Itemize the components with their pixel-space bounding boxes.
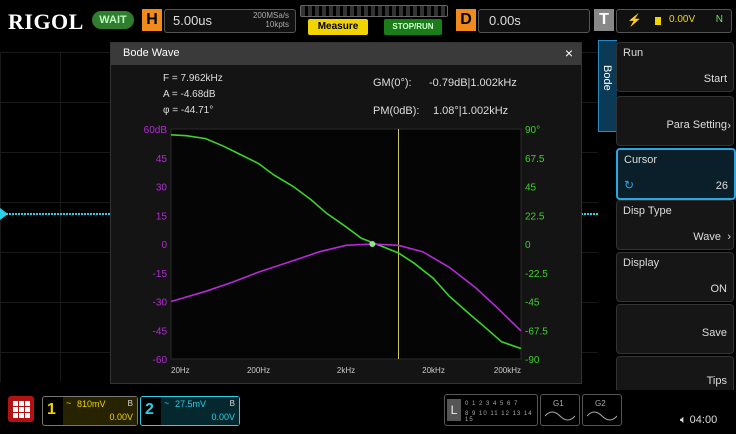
home-menu-icon[interactable] xyxy=(8,396,34,422)
clock-time: 04:00 xyxy=(689,414,718,426)
phase-tick-label: 90° xyxy=(525,125,540,136)
coupling-icon: ~ xyxy=(164,398,170,408)
bode-tab-label: Bode xyxy=(601,65,613,91)
generator-2-label: G2 xyxy=(595,399,606,408)
frequency-tick-label: 200Hz xyxy=(247,366,270,375)
phase-tick-label: -45 xyxy=(525,298,540,309)
plot-area xyxy=(170,128,522,360)
menu-label: Disp Type xyxy=(623,205,672,217)
trigger-mode: N xyxy=(715,14,723,25)
generator-1-label: G1 xyxy=(553,399,564,408)
bode-plot[interactable]: 60dB 90° 45 67.5 30 45 15 22.5 0 0 -15 -22.5 -30 -45 -… xyxy=(111,43,581,383)
menu-value: Para Setting xyxy=(666,119,727,131)
menu-run-start[interactable]: Run Start xyxy=(616,42,734,92)
digital-channels-top: 0 1 2 3 4 5 6 7 xyxy=(465,401,519,407)
bode-dialog: Bode Wave × F = 7.962kHz A = -4.68dB φ =… xyxy=(110,42,582,384)
menu-value: Tips xyxy=(706,375,727,387)
acquisition-status-badge: WAIT xyxy=(92,11,134,29)
measure-button[interactable]: Measure xyxy=(308,19,368,35)
digital-channels-bottom: 8 9 10 11 12 13 14 15 xyxy=(465,411,533,423)
phase-tick-label: 22.5 xyxy=(525,211,545,222)
horizontal-timebase-box[interactable]: 5.00us 200MSa/s 10kpts xyxy=(164,9,296,33)
phase-tick-label: 0 xyxy=(525,240,531,251)
channel-2-bw: B xyxy=(229,399,235,408)
trigger-source-icon xyxy=(655,17,661,25)
gain-tick-label: -30 xyxy=(153,298,168,309)
channel-1-offset: 0.00V xyxy=(109,412,133,422)
sine-wave-icon xyxy=(545,411,575,421)
phase-tick-label: -90 xyxy=(525,355,540,366)
menu-save[interactable]: Save xyxy=(616,304,734,354)
menu-display[interactable]: Display ON xyxy=(616,252,734,302)
trigger-box[interactable]: ⚡ 0.00V N xyxy=(616,9,732,33)
menu-value: Start xyxy=(703,73,727,85)
stop-run-button[interactable]: STOP/RUN xyxy=(384,19,442,35)
gain-tick-label: 0 xyxy=(161,240,167,251)
crossover-marker xyxy=(369,241,376,247)
gain-tick-label: -15 xyxy=(153,269,168,280)
menu-cursor[interactable]: Cursor ↻ 26 xyxy=(616,148,736,200)
horizontal-key[interactable]: H xyxy=(142,9,162,31)
logic-key: L xyxy=(447,399,461,421)
frequency-tick-label: 20kHz xyxy=(422,366,445,375)
coupling-icon: ~ xyxy=(66,398,72,408)
channel-1-box[interactable]: 1 ~ 810mV B 0.00V xyxy=(42,396,138,426)
chevron-right-icon: › xyxy=(727,231,731,243)
generator-1-button[interactable]: G1 xyxy=(540,394,580,426)
gain-tick-label: 15 xyxy=(156,211,168,222)
speaker-icon: 🔈︎ xyxy=(680,414,687,426)
phase-tick-label: -67.5 xyxy=(525,326,548,337)
menu-value: ON xyxy=(710,283,728,295)
logic-analyzer-box[interactable]: L 0 1 2 3 4 5 6 7 8 9 10 11 12 13 14 15 xyxy=(444,394,538,426)
channel-1-bw: B xyxy=(127,399,133,408)
frequency-tick-label: 2kHz xyxy=(337,366,355,375)
menu-value: Save xyxy=(701,327,727,339)
channel-1-scale: 810mV xyxy=(77,399,106,409)
sample-rate: 200MSa/s xyxy=(252,11,289,20)
delay-box[interactable]: 0.00s xyxy=(478,9,590,33)
generator-2-button[interactable]: G2 xyxy=(582,394,622,426)
channel-2-scale: 27.5mV xyxy=(175,399,207,409)
gain-tick-label: 30 xyxy=(156,183,168,194)
menu-label: Run xyxy=(623,47,644,59)
trigger-level: 0.00V xyxy=(669,14,696,25)
channel-1-number: 1 xyxy=(47,401,56,418)
channel-2-settings: ~ 27.5mV B 0.00V xyxy=(161,397,239,425)
gain-tick-label: 60dB xyxy=(144,125,168,136)
frequency-tick-label: 20Hz xyxy=(171,366,190,375)
menu-value: Wave xyxy=(693,231,721,243)
bode-menu-tab[interactable]: Bode xyxy=(598,40,617,132)
frequency-tick-label: 200kHz xyxy=(494,366,521,375)
menu-label: Cursor xyxy=(624,154,658,166)
gain-tick-label: -45 xyxy=(153,326,168,337)
gain-tick-label: 45 xyxy=(156,154,168,165)
phase-tick-label: -22.5 xyxy=(525,269,548,280)
trigger-edge-icon: ⚡ xyxy=(627,13,642,27)
channel-2-box[interactable]: 2 ~ 27.5mV B 0.00V xyxy=(140,396,240,426)
chevron-right-icon: › xyxy=(727,120,731,132)
clock-display: 🔈︎ 04:00 xyxy=(680,414,717,427)
menu-label: Display xyxy=(623,257,660,269)
channel-2-number: 2 xyxy=(145,401,154,418)
menu-value: 26 xyxy=(715,180,728,192)
sine-wave-icon xyxy=(587,411,617,421)
channel-2-offset: 0.00V xyxy=(211,412,235,422)
brand-logo: RIGOL xyxy=(8,9,84,34)
trigger-key[interactable]: T xyxy=(594,9,614,31)
trigger-position-bar xyxy=(300,5,448,17)
channel-1-settings: ~ 810mV B 0.00V xyxy=(63,397,137,425)
gain-tick-label: -60 xyxy=(153,355,168,366)
delay-value: 0.00s xyxy=(489,13,521,28)
phase-tick-label: 67.5 xyxy=(525,154,545,165)
delay-key[interactable]: D xyxy=(456,9,476,31)
phase-tick-label: 45 xyxy=(525,183,537,194)
memory-depth: 10kpts xyxy=(265,20,289,29)
menu-para-setting[interactable]: Para Setting › xyxy=(616,96,734,146)
knob-rotate-icon: ↻ xyxy=(624,178,635,192)
timebase-value: 5.00us xyxy=(173,13,213,28)
menu-disp-type[interactable]: Disp Type Wave › xyxy=(616,200,734,250)
